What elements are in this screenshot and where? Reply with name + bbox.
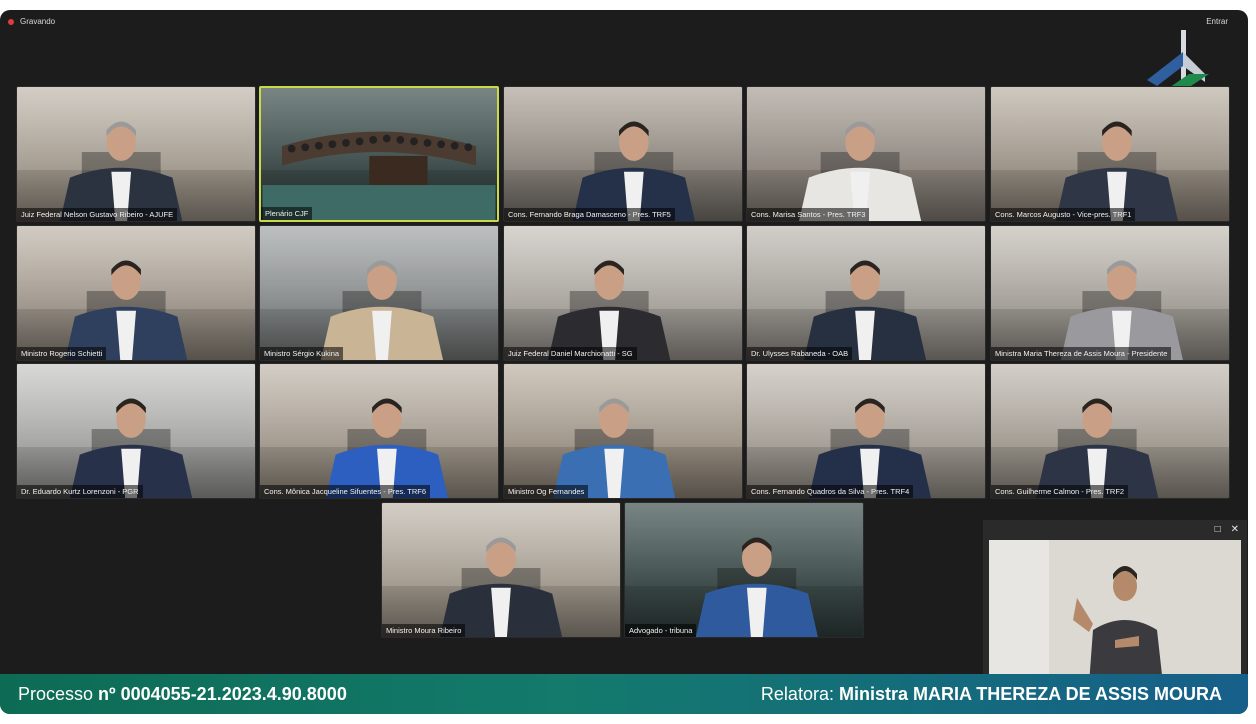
participant-tile[interactable]: Ministro Og Fernandes (503, 363, 743, 499)
participant-tile[interactable]: Dr. Ulysses Rabaneda - OAB (746, 225, 986, 361)
process-prefix: Processo (18, 683, 99, 704)
participant-name-label: Advogado - tribuna (625, 624, 697, 637)
participant-name-label: Ministra Maria Thereza de Assis Moura - … (991, 347, 1172, 360)
participant-video (1060, 260, 1183, 360)
participant-name-label: Plenário CJF (261, 207, 313, 220)
participant-tile[interactable]: Cons. Fernando Braga Damasceno - Pres. T… (503, 86, 743, 222)
participant-video (65, 260, 188, 360)
participant-tile[interactable]: Juiz Federal Daniel Marchionatti - SG (503, 225, 743, 361)
process-caption: Processo nº 0004055-21.2023.4.90.8000 (18, 684, 347, 705)
participant-tile[interactable]: Advogado - tribuna (624, 502, 864, 638)
relator-name: Ministra MARIA THEREZA DE ASSIS MOURA (838, 683, 1222, 704)
participant-name-label: Ministro Sérgio Kukina (260, 347, 344, 360)
participant-tile[interactable]: Ministro Moura Ribeiro (381, 502, 621, 638)
participant-tile[interactable]: Cons. Guilherme Calmon - Pres. TRF2 (990, 363, 1230, 499)
participant-name-label: Cons. Fernando Quadros da Silva - Pres. … (747, 485, 914, 498)
participant-video (325, 398, 448, 498)
participant-tile[interactable]: Ministro Rogerio Schietti (16, 225, 256, 361)
participant-name-label: Dr. Ulysses Rabaneda - OAB (747, 347, 853, 360)
participant-name-label: Ministro Rogerio Schietti (17, 347, 107, 360)
participant-video (799, 121, 922, 221)
relator-caption: Relatora: Ministra MARIA THEREZA DE ASSI… (761, 684, 1222, 705)
participant-tile[interactable]: Ministra Maria Thereza de Assis Moura - … (990, 225, 1230, 361)
participant-video (808, 398, 932, 498)
participant-video (548, 260, 671, 360)
recording-dot-icon (8, 18, 14, 25)
participant-tile[interactable]: Dr. Eduardo Kurtz Lorenzoni - PGR (16, 363, 256, 499)
close-icon[interactable]: ✕ (1231, 524, 1239, 535)
participant-tile[interactable]: Ministro Sérgio Kukina (259, 225, 499, 361)
recording-indicator: Gravando (8, 17, 55, 26)
recording-label: Gravando (20, 17, 56, 26)
caption-bar: Processo nº 0004055-21.2023.4.90.8000 Re… (0, 674, 1248, 714)
participant-tile[interactable]: Juiz Federal Nelson Gustavo Ribeiro - AJ… (16, 86, 256, 222)
participant-video (262, 131, 496, 220)
process-number: nº 0004055-21.2023.4.90.8000 (98, 683, 347, 704)
participant-name-label: Ministro Moura Ribeiro (382, 624, 466, 637)
participant-name-label: Juiz Federal Daniel Marchionatti - SG (504, 347, 637, 360)
participant-name-label: Cons. Marcos Augusto - Vice-pres. TRF1 (991, 208, 1136, 221)
relator-prefix: Relatora: (760, 683, 839, 704)
join-button[interactable]: Entrar (1206, 17, 1228, 26)
participant-video (803, 260, 927, 360)
participant-name-label: Ministro Og Fernandes (504, 485, 589, 498)
participant-video (1055, 121, 1178, 221)
participant-video (439, 537, 563, 637)
participant-name-label: Cons. Marisa Santos - Pres. TRF3 (747, 208, 870, 221)
participant-video (572, 121, 695, 221)
participant-video (1036, 398, 1159, 498)
video-conference-window: Gravando Entrar Juiz Federal Nelson Gust… (0, 10, 1248, 714)
participant-tile[interactable]: Plenário CJF (259, 86, 499, 222)
participant-video (69, 398, 193, 498)
participant-video (695, 537, 818, 637)
participant-video (320, 260, 444, 360)
participant-video (60, 121, 183, 221)
participant-name-label: Cons. Mônica Jacqueline Sifuentes - Pres… (260, 485, 431, 498)
participant-name-label: Dr. Eduardo Kurtz Lorenzoni - PGR (17, 485, 143, 498)
sign-language-panel: □ ✕ (983, 520, 1247, 684)
participant-name-label: Cons. Guilherme Calmon - Pres. TRF2 (991, 485, 1129, 498)
participant-tile[interactable]: Cons. Mônica Jacqueline Sifuentes - Pres… (259, 363, 499, 499)
sign-language-video (989, 540, 1241, 684)
participant-name-label: Juiz Federal Nelson Gustavo Ribeiro - AJ… (17, 208, 178, 221)
participant-tile[interactable]: Cons. Marcos Augusto - Vice-pres. TRF1 (990, 86, 1230, 222)
maximize-icon[interactable]: □ (1215, 524, 1221, 535)
participant-name-label: Cons. Fernando Braga Damasceno - Pres. T… (504, 208, 675, 221)
participant-video (553, 398, 676, 498)
participant-tile[interactable]: Cons. Marisa Santos - Pres. TRF3 (746, 86, 986, 222)
participant-tile[interactable]: Cons. Fernando Quadros da Silva - Pres. … (746, 363, 986, 499)
